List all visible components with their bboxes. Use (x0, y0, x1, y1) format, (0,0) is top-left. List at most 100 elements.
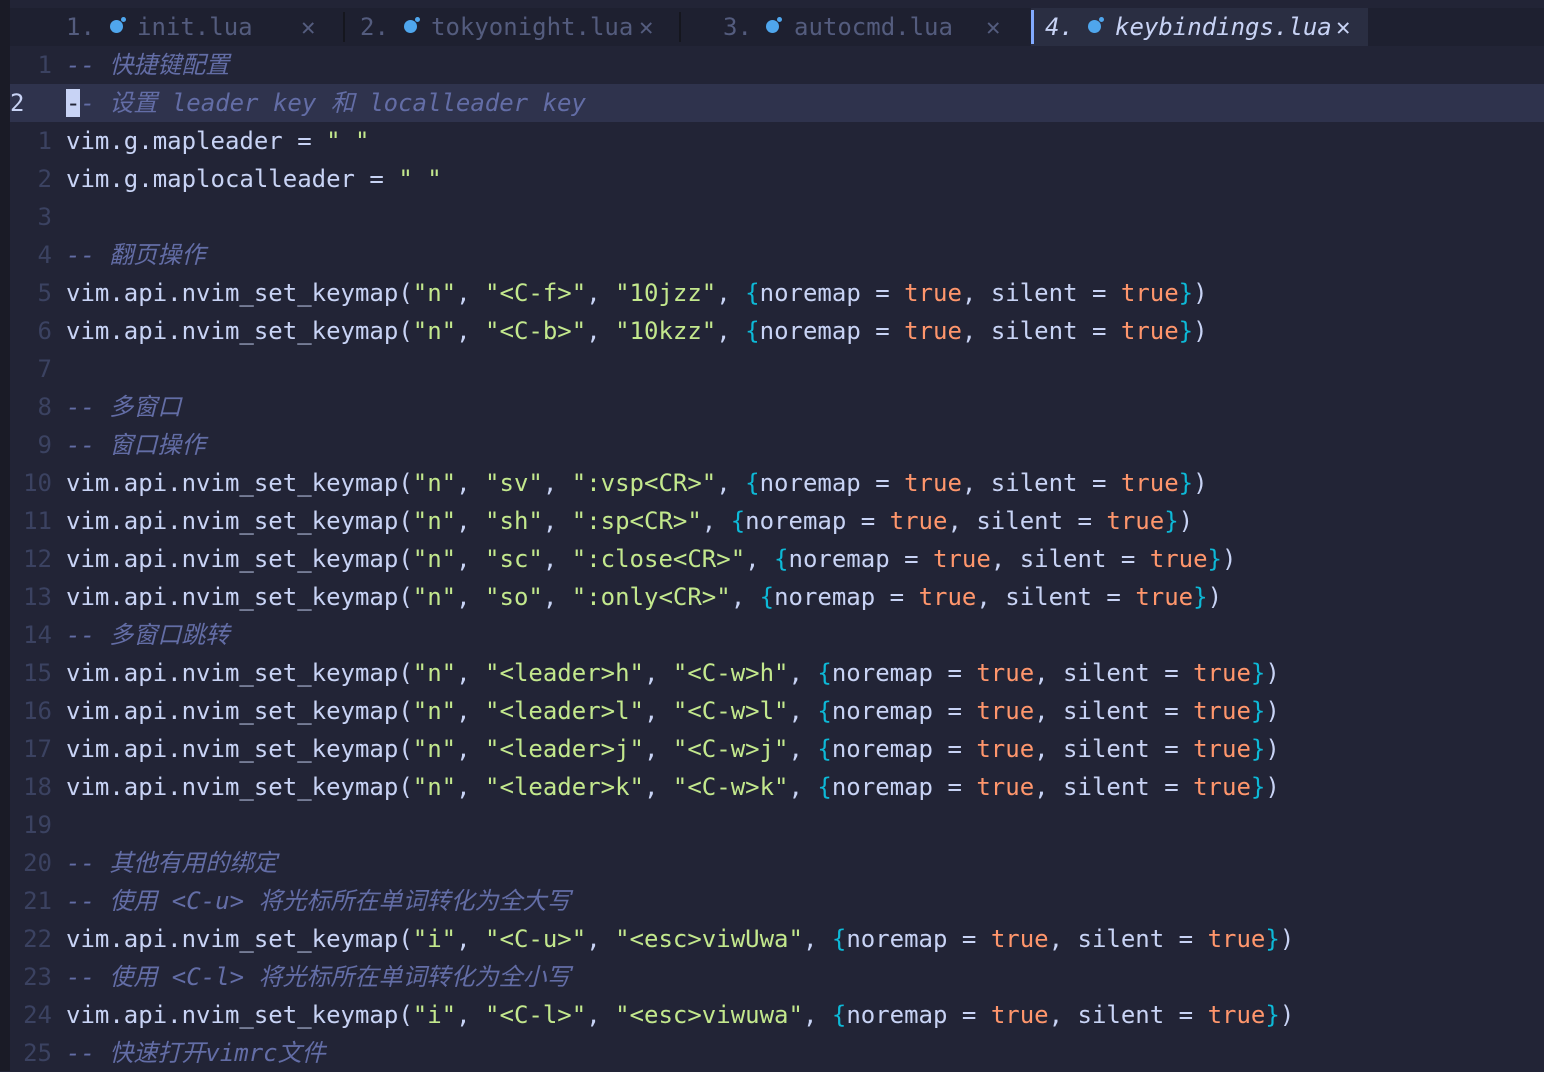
line-number: 24 (23, 1001, 52, 1029)
code-token: } (1207, 545, 1222, 573)
code-line[interactable]: 3 (10, 198, 1544, 236)
cursor-line[interactable]: 2 -- 设置 leader key 和 localleader key (10, 84, 1544, 122)
code-line[interactable]: 14 -- 多窗口跳转 (10, 616, 1544, 654)
code-token: } (1250, 697, 1266, 725)
code-token: -- 窗口操作 (66, 431, 206, 459)
code-token: noremap = (846, 925, 991, 953)
close-icon[interactable]: ✕ (986, 8, 1000, 46)
code-token: , (802, 1001, 832, 1029)
code-line[interactable]: 15 vim.api.nvim_set_keymap("n", "<leader>… (10, 654, 1544, 692)
close-icon[interactable]: ✕ (1336, 8, 1350, 46)
code-line[interactable]: 21 -- 使用 <C-u> 将光标所在单词转化为全大写 (10, 882, 1544, 920)
tab-keybindings-lua[interactable]: 4. keybindings.lua ✕ (1031, 8, 1368, 46)
code-line[interactable]: 1 -- 快捷键配置 (10, 46, 1544, 84)
code-token: "n" (412, 545, 457, 573)
code-text: -- 多窗口 (66, 388, 181, 426)
code-line[interactable]: 8 -- 多窗口 (10, 388, 1544, 426)
code-token: noremap = (759, 317, 905, 345)
code-line[interactable]: 22 vim.api.nvim_set_keymap("i", "<C-u>", … (10, 920, 1544, 958)
code-token: "<leader>h" (485, 659, 644, 687)
tab-init-lua[interactable]: 1. init.lua ✕ (10, 8, 345, 46)
code-token: ":close<CR>" (571, 545, 746, 573)
close-icon[interactable]: ✕ (639, 8, 653, 46)
code-line[interactable]: 16 vim.api.nvim_set_keymap("n", "<leader>… (10, 692, 1544, 730)
code-line[interactable]: 9 -- 窗口操作 (10, 426, 1544, 464)
code-token: vim.api.nvim_set_keymap( (66, 1001, 413, 1029)
code-token: ":sp<CR>" (571, 507, 702, 535)
code-text: -- 其他有用的绑定 (66, 844, 277, 882)
code-token: , silent = (1048, 1001, 1208, 1029)
tab-autocmd-lua[interactable]: 3. autocmd.lua ✕ (681, 8, 1031, 46)
code-token: "sc" (485, 545, 543, 573)
code-token: "i" (412, 925, 457, 953)
code-token: -- 使用 <C-l> 将光标所在单词转化为全小写 (66, 963, 571, 991)
code-token: { (817, 735, 832, 763)
code-token: noremap = (831, 773, 977, 801)
code-token: , (644, 697, 673, 725)
code-token: } (1193, 583, 1208, 611)
line-number: 19 (23, 811, 52, 839)
code-token: "n" (412, 507, 457, 535)
code-token: "<esc>viwuwa" (615, 1001, 803, 1029)
code-token: -- 快速打开vimrc文件 (66, 1039, 326, 1067)
code-line[interactable]: 23 -- 使用 <C-l> 将光标所在单词转化为全小写 (10, 958, 1544, 996)
code-token: "10kzz" (615, 317, 717, 345)
line-number: 15 (23, 659, 52, 687)
code-text: vim.api.nvim_set_keymap("n", "<C-b>", "1… (66, 312, 1208, 350)
code-token: , silent = (1034, 697, 1194, 725)
code-text: -- 窗口操作 (66, 426, 205, 464)
code-token: , silent = (1034, 735, 1194, 763)
code-text: -- 快捷键配置 (66, 46, 229, 84)
code-line[interactable]: 6 vim.api.nvim_set_keymap("n", "<C-b>", "… (10, 312, 1544, 350)
code-token: true (990, 925, 1049, 953)
code-token: true (1120, 279, 1179, 307)
code-text: -- 翻页操作 (66, 236, 205, 274)
code-line[interactable]: 20 -- 其他有用的绑定 (10, 844, 1544, 882)
code-token: } (1250, 659, 1266, 687)
code-token: -- 多窗口 (66, 393, 182, 421)
code-line[interactable]: 1 vim.g.mapleader = " " (10, 122, 1544, 160)
code-token: vim.api.nvim_set_keymap( (66, 545, 413, 573)
code-token: { (817, 659, 832, 687)
code-line[interactable]: 13 vim.api.nvim_set_keymap("n", "so", ":o… (10, 578, 1544, 616)
code-token: ) (1193, 317, 1208, 345)
code-token: "<C-w>h" (672, 659, 789, 687)
code-token: "n" (412, 697, 457, 725)
code-token: "n" (412, 659, 457, 687)
code-token: noremap = (831, 735, 977, 763)
code-token: , (586, 1001, 616, 1029)
code-line[interactable]: 17 vim.api.nvim_set_keymap("n", "<leader>… (10, 730, 1544, 768)
code-text: vim.g.maplocalleader = " " (66, 160, 442, 198)
close-icon[interactable]: ✕ (301, 8, 315, 46)
code-line[interactable]: 24 vim.api.nvim_set_keymap("i", "<C-l>", … (10, 996, 1544, 1034)
code-line[interactable]: 5 vim.api.nvim_set_keymap("n", "<C-f>", "… (10, 274, 1544, 312)
tab-tokyonight-lua[interactable]: 2. tokyonight.lua ✕ (345, 8, 681, 46)
code-line[interactable]: 18 vim.api.nvim_set_keymap("n", "<leader>… (10, 768, 1544, 806)
code-token: { (817, 773, 832, 801)
code-line[interactable]: 2 vim.g.maplocalleader = " " (10, 160, 1544, 198)
code-token: true (976, 735, 1035, 763)
code-token: , (745, 545, 775, 573)
code-line[interactable]: 12 vim.api.nvim_set_keymap("n", "sc", ":c… (10, 540, 1544, 578)
code-line[interactable]: 11 vim.api.nvim_set_keymap("n", "sh", ":s… (10, 502, 1544, 540)
code-token: { (817, 697, 832, 725)
code-text: vim.api.nvim_set_keymap("n", "<leader>h"… (66, 654, 1280, 692)
code-line[interactable]: 25 -- 快速打开vimrc文件 (10, 1034, 1544, 1072)
code-token: "n" (412, 317, 457, 345)
code-editor[interactable]: 1 -- 快捷键配置 2 -- 设置 leader key 和 localleader… (10, 46, 1544, 1071)
tab-filename: autocmd.lua (794, 13, 953, 41)
code-token: "so" (485, 583, 543, 611)
line-number: 6 (37, 317, 52, 345)
code-token: , silent = (961, 279, 1121, 307)
code-line[interactable]: 19 (10, 806, 1544, 844)
code-token: ) (1222, 545, 1237, 573)
code-line[interactable]: 4 -- 翻页操作 (10, 236, 1544, 274)
code-text: -- 快速打开vimrc文件 (66, 1034, 326, 1072)
code-token: vim.api.nvim_set_keymap( (66, 279, 413, 307)
code-token: vim.api.nvim_set_keymap( (66, 317, 413, 345)
code-token: , (644, 773, 673, 801)
code-line[interactable]: 7 (10, 350, 1544, 388)
code-line[interactable]: 10 vim.api.nvim_set_keymap("n", "sv", ":v… (10, 464, 1544, 502)
code-token: noremap = (831, 697, 977, 725)
code-token: , silent = (961, 317, 1121, 345)
